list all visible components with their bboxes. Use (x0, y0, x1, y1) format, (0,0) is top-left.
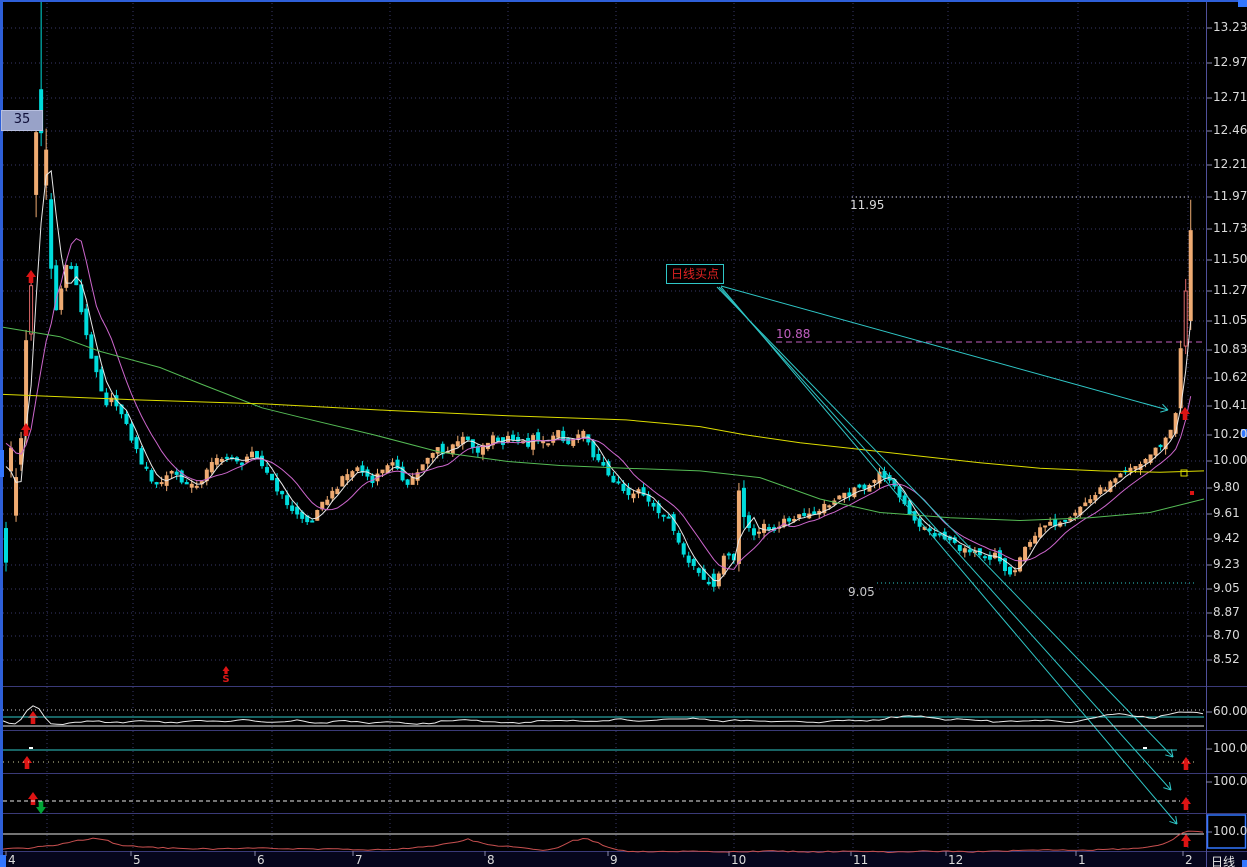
month-axis-label: 11 (853, 853, 869, 867)
price-axis-label: 9.80 (1213, 480, 1240, 494)
window-chrome (0, 0, 1247, 867)
candles (4, 0, 1193, 592)
month-axis-label: 2 (1185, 853, 1193, 867)
month-axis-label: 7 (355, 853, 363, 867)
price-level-lines (776, 196, 1204, 584)
month-axis-label: 5 (133, 853, 141, 867)
price-axis-label: 9.61 (1213, 506, 1240, 520)
period-selector[interactable]: 日线 (1211, 853, 1235, 867)
chart-canvas (0, 0, 1247, 867)
price-axis-label: 10.20 (1213, 427, 1247, 441)
month-axis-label: 12 (948, 853, 964, 867)
price-axis-label: 11.97 (1213, 189, 1247, 203)
price-axis-label: 11.27 (1213, 283, 1247, 297)
buy-point-annotation[interactable]: 日线买点 (666, 264, 725, 284)
sell-signal-marker: S (222, 674, 230, 685)
price-axis-label: 10.00 (1213, 453, 1247, 467)
corner-block[interactable] (1238, 0, 1247, 7)
stock-chart-window: 35 日线买点 11.95 10.88 9.05 S 日线 13.23 12.97… (0, 0, 1247, 867)
grid-lines (3, 3, 1212, 851)
price-axis-label: 9.42 (1213, 531, 1240, 545)
panel-axis-label: 100.00 (1213, 824, 1247, 838)
bottom-right-block[interactable] (1242, 860, 1247, 867)
buy-annotation-arrows (716, 285, 1178, 825)
price-axis-label: 11.73 (1213, 221, 1247, 235)
price-axis-label: 12.97 (1213, 55, 1247, 69)
panel-axis-label: 100.00 (1213, 774, 1247, 788)
price-axis-label: 8.52 (1213, 652, 1240, 666)
price-axis-label: 10.62 (1213, 370, 1247, 384)
price-axis-label: 11.50 (1213, 252, 1247, 266)
price-axis-label: 12.71 (1213, 90, 1247, 104)
price-axis-label: 13.23 (1213, 20, 1247, 34)
price-axis-label: 12.21 (1213, 157, 1247, 171)
month-axis-label: 1 (1078, 853, 1086, 867)
price-axis-label: 8.87 (1213, 605, 1240, 619)
indicator-panels (2, 705, 1204, 854)
price-axis-label: 11.05 (1213, 313, 1247, 327)
price-axis-label: 9.23 (1213, 557, 1240, 571)
month-axis-label: 6 (257, 853, 265, 867)
bottom-left-block[interactable] (0, 855, 6, 867)
month-axis-label: 4 (8, 853, 16, 867)
price-axis-label: 10.83 (1213, 342, 1247, 356)
panel-frame (0, 0, 1247, 867)
month-axis-label: 10 (731, 853, 747, 867)
price-axis-label: 12.46 (1213, 123, 1247, 137)
month-axis-label: 8 (487, 853, 495, 867)
price-level-label-mid: 10.88 (776, 327, 811, 341)
panel-axis-label: 60.00 (1213, 704, 1247, 718)
price-axis-label: 9.05 (1213, 581, 1240, 595)
price-axis-label: 8.70 (1213, 628, 1240, 642)
left-scroll-thumb[interactable] (0, 450, 4, 477)
price-level-label-low: 9.05 (848, 585, 875, 599)
price-axis-label: 10.41 (1213, 398, 1247, 412)
ma-lines (2, 169, 1205, 582)
left-axis-flag: 35 (1, 110, 43, 131)
month-axis-label: 9 (610, 853, 618, 867)
panel-axis-label: 100.00 (1213, 741, 1247, 755)
price-level-label-high: 11.95 (850, 198, 885, 212)
